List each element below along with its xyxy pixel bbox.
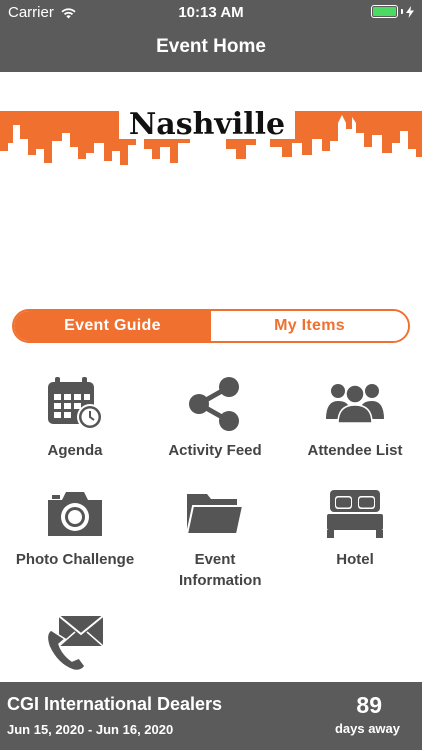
status-time: 10:13 AM [178,4,244,21]
activity-feed-tile[interactable]: Activity Feed [145,375,285,465]
hotel-tile[interactable]: Hotel [285,486,422,576]
phone-mail-icon [46,615,104,672]
battery-icon [371,5,414,18]
city-title: Nashville [129,107,285,142]
tab-my-items[interactable]: My Items [211,311,408,341]
event-dates: Jun 15, 2020 - Jun 16, 2020 [7,722,174,737]
contact-tile[interactable] [5,612,145,674]
event-information-label: Event Information [179,551,262,589]
attendee-list-tile[interactable]: Attendee List [285,375,422,465]
photo-challenge-label: Photo Challenge [15,551,135,568]
charging-bolt-icon [406,5,414,18]
attendee-list-label: Attendee List [307,442,403,459]
skyline-image: Nashville [0,105,422,221]
page-title: Event Home [156,36,266,57]
event-name: CGI International Dealers [7,694,223,714]
people-icon [326,384,384,424]
days-label: days away [334,721,400,736]
top-bar: Carrier 10:13 AM Event Home [0,0,422,72]
city-banner: Nashville [0,103,422,221]
view-segment-control: Event Guide My Items [12,309,410,343]
folder-icon [185,494,245,535]
bed-icon [327,490,383,538]
agenda-tile[interactable]: Agenda [5,375,145,465]
agenda-label: Agenda [47,442,103,459]
event-information-tile[interactable]: Event Information [145,486,285,596]
camera-icon [48,492,102,536]
hotel-label: Hotel [336,551,374,568]
tab-event-guide[interactable]: Event Guide [14,311,211,341]
activity-feed-label: Activity Feed [168,442,262,459]
days-count: 89 [356,692,382,718]
calendar-clock-icon [48,377,103,430]
share-icon [189,377,239,431]
photo-challenge-tile[interactable]: Photo Challenge [5,486,145,576]
status-bar: Carrier 10:13 AM [0,0,422,26]
event-footer[interactable]: CGI International Dealers Jun 15, 2020 -… [0,682,422,750]
